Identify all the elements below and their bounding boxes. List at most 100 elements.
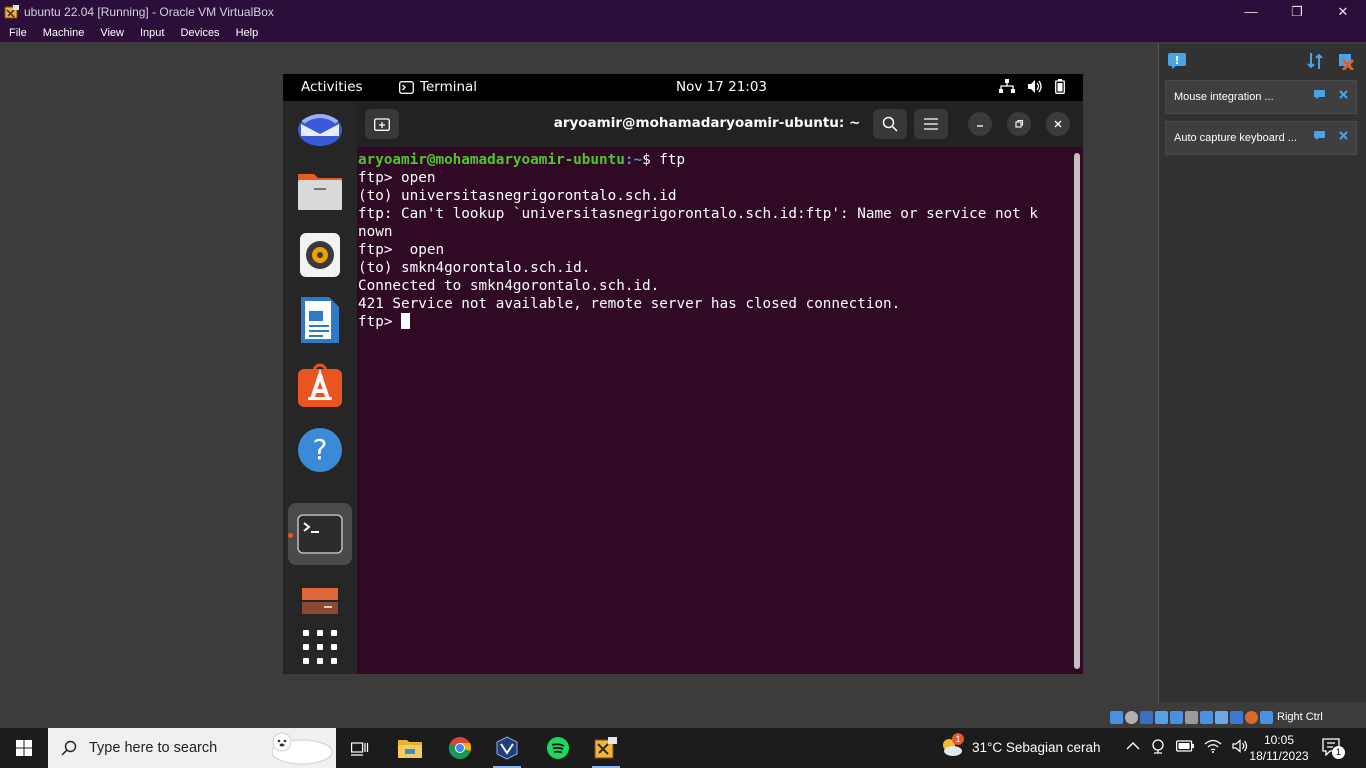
terminal-close-button[interactable]: [1046, 112, 1070, 136]
show-apps-icon[interactable]: [296, 623, 344, 671]
weather-widget[interactable]: 1 31°C Sebagian cerah: [940, 733, 1101, 758]
dismiss-icon[interactable]: [1339, 90, 1348, 99]
virtualbox-title-bar: ubuntu 22.04 [Running] - Oracle VM Virtu…: [0, 0, 1366, 23]
task-view-button[interactable]: [336, 728, 384, 768]
terminal-line: nown: [358, 224, 393, 240]
terminal-title: aryoamir@mohamadaryoamir-ubuntu: ~: [553, 115, 861, 131]
first-command: $ ftp: [642, 152, 686, 168]
terminal-header-bar: aryoamir@mohamadaryoamir-ubuntu: ~: [357, 101, 1083, 147]
help-link-icon[interactable]: [1314, 131, 1325, 140]
menu-input[interactable]: Input: [131, 27, 171, 39]
thunderbird-icon[interactable]: [296, 105, 344, 153]
terminal-minimize-button[interactable]: [968, 112, 992, 136]
gnome-system-tray[interactable]: [999, 79, 1065, 94]
notification-count: 1: [1332, 746, 1345, 759]
close-button[interactable]: ✕: [1320, 0, 1366, 23]
notification-auto-capture-keyboard[interactable]: Auto capture keyboard ...: [1165, 121, 1357, 155]
new-tab-icon: [374, 118, 390, 131]
notification-panel: Mouse integration ... Auto capture keybo…: [1158, 44, 1366, 702]
disk-icon[interactable]: [296, 577, 344, 625]
search-button[interactable]: [873, 109, 907, 139]
app-center-icon[interactable]: [296, 361, 344, 409]
terminal-line: ftp>: [358, 313, 1070, 331]
files-icon[interactable]: [296, 166, 344, 214]
taskbar-search-box[interactable]: Type here to search: [48, 728, 336, 768]
menu-view[interactable]: View: [91, 27, 131, 39]
terminal-window[interactable]: aryoamir@mohamadaryoamir-ubuntu: ~ aryoa…: [357, 101, 1083, 674]
chevron-up-icon[interactable]: [1126, 741, 1140, 751]
host-key-label: Right Ctrl: [1277, 711, 1323, 723]
chrome-taskbar-icon[interactable]: [436, 728, 484, 768]
terminal-line: (to) universitasnegrigorontalo.sch.id: [358, 188, 677, 204]
close-all-icon[interactable]: [1337, 52, 1355, 70]
battery-icon[interactable]: [1176, 740, 1194, 752]
help-link-icon[interactable]: [1314, 90, 1325, 99]
file-explorer-taskbar-icon[interactable]: [386, 728, 434, 768]
message-icon[interactable]: [1168, 53, 1186, 69]
new-tab-button[interactable]: [365, 109, 399, 139]
menu-machine[interactable]: Machine: [34, 27, 92, 39]
terminal-small-icon: [399, 80, 414, 94]
virtualbox-taskbar-icon[interactable]: [483, 728, 531, 768]
action-center-button[interactable]: 1: [1322, 738, 1345, 759]
menu-help[interactable]: Help: [227, 27, 266, 39]
terminal-output[interactable]: aryoamir@mohamadaryoamir-ubuntu:~$ ftp ft…: [358, 151, 1070, 331]
terminal-restore-button[interactable]: [1007, 112, 1031, 136]
writer-icon[interactable]: [296, 296, 344, 344]
notification-mouse-integration[interactable]: Mouse integration ...: [1165, 80, 1357, 114]
terminal-line: ftp> open: [358, 170, 436, 186]
virtualbox-status-bar: Right Ctrl: [1110, 708, 1366, 726]
recording-icon[interactable]: [1215, 710, 1228, 724]
task-view-icon: [351, 742, 369, 756]
terminal-scrollbar[interactable]: [1074, 153, 1080, 669]
sort-icon[interactable]: [1307, 53, 1323, 69]
maximize-button[interactable]: ❐: [1274, 0, 1320, 23]
virtualbox-logo-icon: [4, 4, 19, 18]
menu-file[interactable]: File: [0, 27, 34, 39]
menu-devices[interactable]: Devices: [171, 27, 226, 39]
terminal-line: ftp> open: [358, 242, 445, 258]
vm-screen[interactable]: Activities Terminal Nov 17 21:03 ? aryoa…: [283, 74, 1083, 674]
notification-text: Mouse integration ...: [1174, 91, 1274, 103]
spotify-taskbar-icon[interactable]: [534, 728, 582, 768]
rhythmbox-icon[interactable]: [296, 231, 344, 279]
virtualbox-vm-taskbar-icon[interactable]: [582, 728, 630, 768]
hard-disk-icon[interactable]: [1110, 710, 1123, 724]
activities-button[interactable]: Activities: [301, 79, 363, 95]
windows-logo-icon: [16, 740, 32, 756]
menu-button[interactable]: [914, 109, 948, 139]
notification-text: Auto capture keyboard ...: [1174, 132, 1297, 144]
app-menu[interactable]: Terminal: [399, 79, 477, 95]
battery-icon: [1055, 79, 1065, 94]
taskbar-clock[interactable]: 10:05 18/11/2023: [1244, 732, 1314, 764]
dismiss-icon[interactable]: [1339, 131, 1348, 140]
audio-icon[interactable]: [1140, 710, 1153, 724]
vt-x-icon[interactable]: [1230, 710, 1243, 724]
network-adapter-icon[interactable]: [1155, 710, 1168, 724]
gnome-clock[interactable]: Nov 17 21:03: [676, 79, 767, 95]
shared-folder-icon[interactable]: [1185, 710, 1198, 724]
display-icon[interactable]: [1200, 710, 1213, 724]
app-name: Terminal: [420, 79, 478, 95]
usb-icon[interactable]: [1170, 710, 1183, 724]
ubuntu-dock: ?: [283, 101, 357, 674]
terminal-line: (to) smkn4gorontalo.sch.id.: [358, 260, 591, 276]
gnome-top-bar: Activities Terminal Nov 17 21:03: [283, 74, 1083, 101]
minimize-button[interactable]: —: [1228, 0, 1274, 23]
network-icon: [999, 79, 1015, 93]
terminal-line: ftp: Can't lookup `universitasnegrigoron…: [358, 206, 1038, 222]
help-icon[interactable]: ?: [296, 426, 344, 474]
meet-now-icon[interactable]: [1150, 738, 1166, 754]
terminal-line: 421 Service not available, remote server…: [358, 296, 901, 312]
last-prompt: ftp>: [358, 314, 402, 330]
wifi-icon[interactable]: [1204, 739, 1222, 753]
minimize-icon: [977, 125, 983, 127]
start-button[interactable]: [0, 728, 48, 768]
weather-text: 31°C Sebagian cerah: [972, 739, 1101, 755]
mouse-integration-icon[interactable]: [1245, 710, 1258, 724]
search-icon: [61, 740, 77, 756]
optical-drive-icon[interactable]: [1125, 710, 1138, 724]
weather-icon: 1: [940, 733, 964, 758]
terminal-icon[interactable]: [288, 503, 352, 565]
keyboard-capture-icon[interactable]: [1260, 710, 1273, 724]
